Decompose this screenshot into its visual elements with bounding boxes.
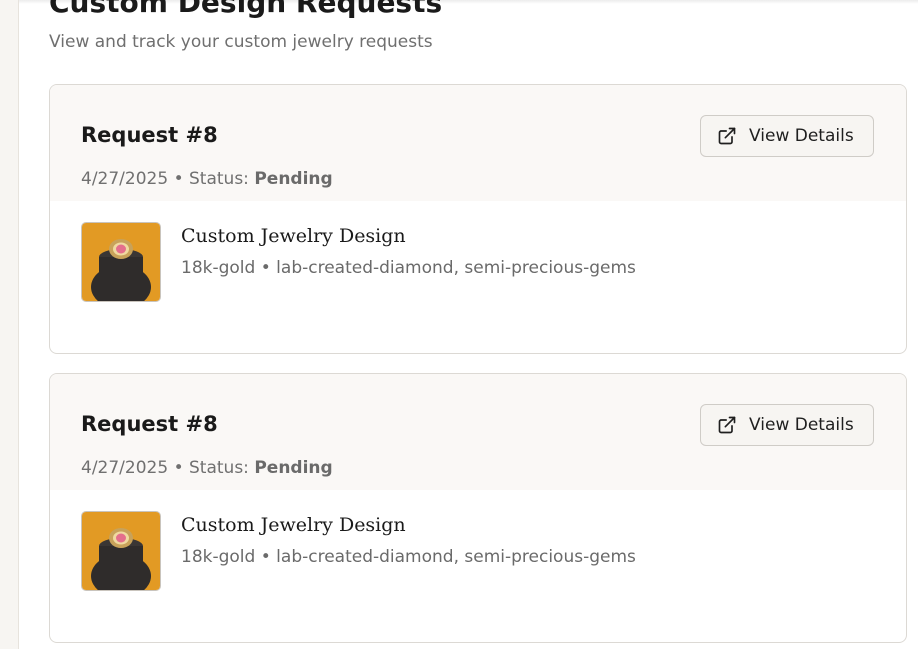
item-metal: 18k-gold xyxy=(181,547,256,567)
meta-separator: • xyxy=(173,458,184,478)
view-details-label: View Details xyxy=(749,126,854,146)
request-card: Request #8 4/27/2025 • Status: Pending V… xyxy=(49,373,907,643)
request-meta: 4/27/2025 • Status: Pending xyxy=(81,169,333,189)
view-details-button[interactable]: View Details xyxy=(700,404,874,446)
item-metal: 18k-gold xyxy=(181,258,256,278)
page-title: Custom Design Requests xyxy=(49,0,443,19)
item-title: Custom Jewelry Design xyxy=(181,514,406,536)
view-details-label: View Details xyxy=(749,415,854,435)
item-thumbnail xyxy=(81,222,161,302)
request-title: Request #8 xyxy=(81,123,218,147)
request-date: 4/27/2025 xyxy=(81,169,169,189)
item-title: Custom Jewelry Design xyxy=(181,225,406,247)
item-thumbnail xyxy=(81,511,161,591)
ring-image xyxy=(82,512,160,590)
request-date: 4/27/2025 xyxy=(81,458,169,478)
request-card-header: Request #8 4/27/2025 • Status: Pending V… xyxy=(50,374,906,490)
status-value: Pending xyxy=(254,458,333,478)
ring-image xyxy=(82,223,160,301)
desc-separator: • xyxy=(260,258,271,278)
view-details-button[interactable]: View Details xyxy=(700,115,874,157)
request-meta: 4/27/2025 • Status: Pending xyxy=(81,458,333,478)
sidebar-rail xyxy=(0,0,19,649)
item-stones: lab-created-diamond, semi-precious-gems xyxy=(276,258,636,278)
status-label: Status: xyxy=(189,169,249,189)
desc-separator: • xyxy=(260,547,271,567)
request-card-header: Request #8 4/27/2025 • Status: Pending V… xyxy=(50,85,906,201)
item-description: 18k-gold • lab-created-diamond, semi-pre… xyxy=(181,258,636,278)
request-title: Request #8 xyxy=(81,412,218,436)
meta-separator: • xyxy=(173,169,184,189)
external-link-icon xyxy=(718,416,736,434)
status-value: Pending xyxy=(254,169,333,189)
item-stones: lab-created-diamond, semi-precious-gems xyxy=(276,547,636,567)
page-subtitle: View and track your custom jewelry reque… xyxy=(49,32,433,52)
item-description: 18k-gold • lab-created-diamond, semi-pre… xyxy=(181,547,636,567)
status-label: Status: xyxy=(189,458,249,478)
request-card: Request #8 4/27/2025 • Status: Pending V… xyxy=(49,84,907,354)
external-link-icon xyxy=(718,127,736,145)
